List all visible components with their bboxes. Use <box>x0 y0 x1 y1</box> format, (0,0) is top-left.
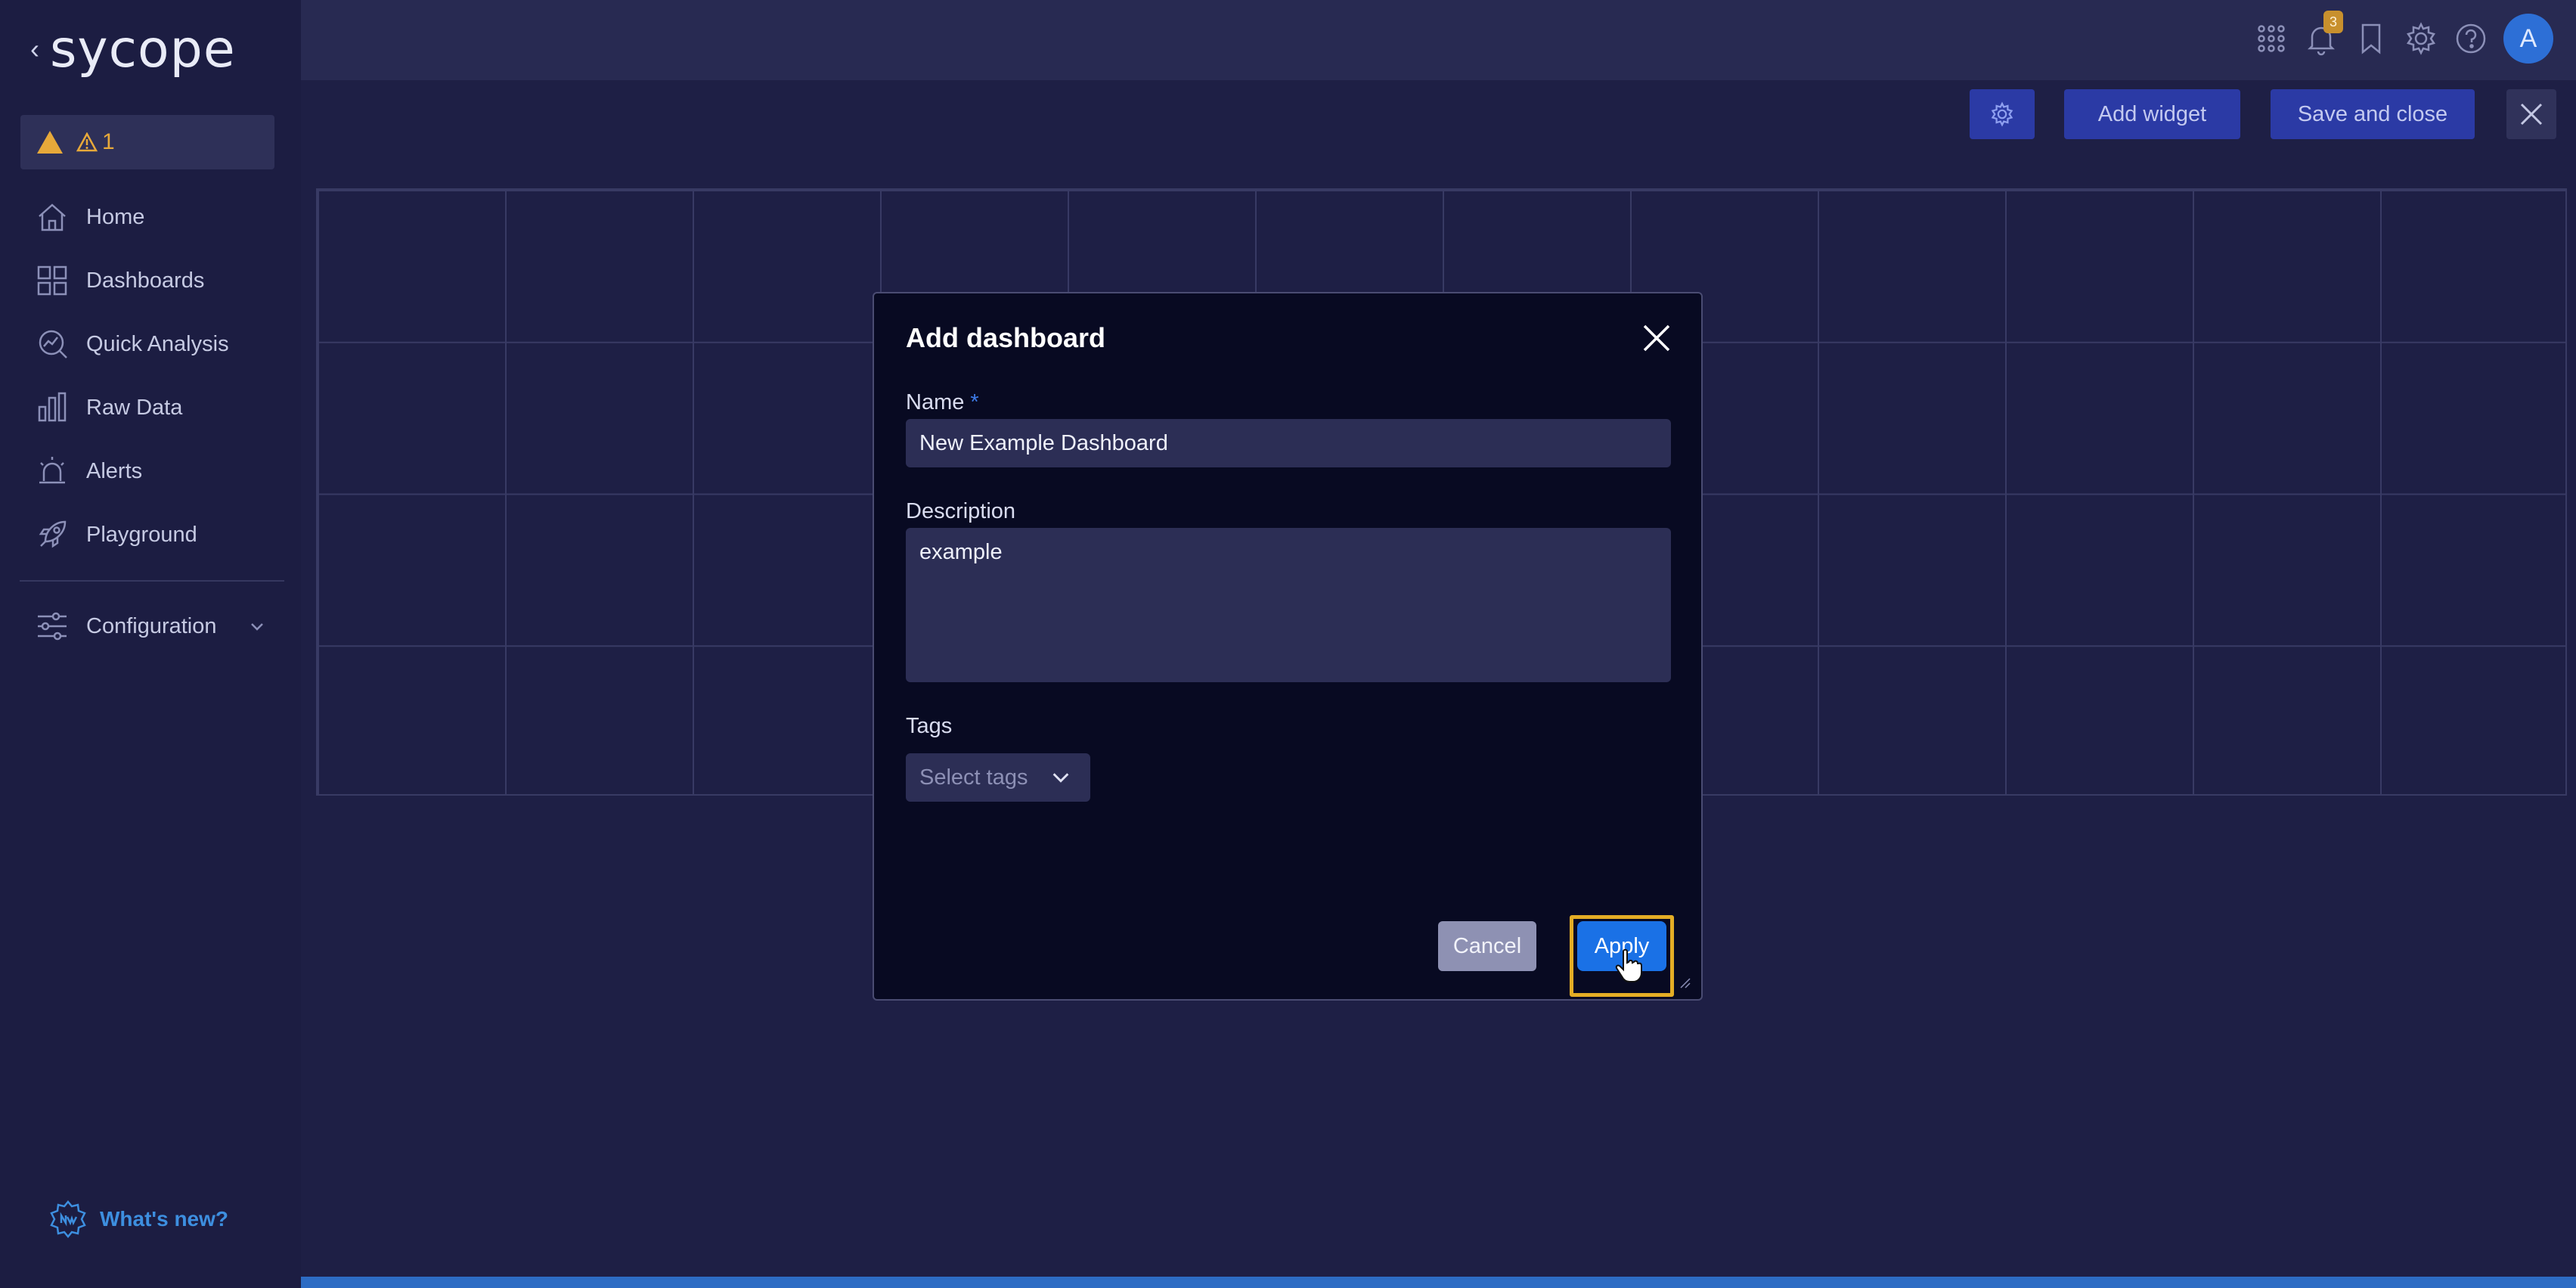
tags-select[interactable]: Select tags <box>906 753 1090 802</box>
sidebar: ‹ sycope 1 Home Dashboards Quick Analysi… <box>0 0 301 1288</box>
top-bar-actions: 3 A <box>2254 11 2553 64</box>
sidebar-item-configuration[interactable]: Configuration <box>0 594 301 658</box>
sidebar-nav: Home Dashboards Quick Analysis Raw Data … <box>0 185 301 566</box>
sidebar-item-label: Raw Data <box>86 395 183 420</box>
dashboard-settings-button[interactable] <box>1970 89 2035 139</box>
sidebar-item-home[interactable]: Home <box>0 185 301 249</box>
sidebar-item-raw-data[interactable]: Raw Data <box>0 376 301 439</box>
chevron-down-icon <box>1053 773 1069 783</box>
chevron-left-icon[interactable]: ‹ <box>30 33 39 65</box>
top-bar: 3 A <box>301 0 2576 80</box>
avatar[interactable]: A <box>2503 14 2553 64</box>
whats-new-label: What's new? <box>100 1207 228 1231</box>
home-icon <box>39 203 66 231</box>
new-badge-icon <box>50 1200 86 1238</box>
analysis-icon <box>39 330 67 358</box>
resize-handle-icon[interactable] <box>1679 976 1691 989</box>
warning-triangle-icon <box>37 131 63 154</box>
bottom-progress-bar <box>301 1277 2576 1288</box>
sidebar-item-label: Dashboards <box>86 268 205 293</box>
sidebar-configuration: Configuration <box>0 594 301 658</box>
chevron-down-icon <box>251 623 263 631</box>
close-editor-button[interactable] <box>2506 89 2556 139</box>
warning-outline-icon <box>76 132 98 152</box>
tags-label: Tags <box>906 714 953 738</box>
brand-name: sycope <box>50 19 236 79</box>
whats-new-link[interactable]: What's new? <box>48 1200 228 1239</box>
name-input[interactable] <box>906 419 1671 467</box>
description-textarea[interactable]: example <box>906 528 1671 682</box>
description-label: Description <box>906 499 1016 523</box>
sidebar-divider <box>20 580 284 582</box>
dialog-title: Add dashboard <box>906 322 1106 353</box>
tags-placeholder: Select tags <box>919 765 1028 790</box>
apps-icon[interactable] <box>2254 21 2289 56</box>
alert-count: 1 <box>76 129 115 155</box>
name-label-text: Name <box>906 390 965 414</box>
alert-count-value: 1 <box>102 129 115 154</box>
sidebar-item-label: Playground <box>86 522 197 547</box>
sidebar-item-quick-analysis[interactable]: Quick Analysis <box>0 312 301 376</box>
required-mark: * <box>970 390 979 414</box>
cancel-button[interactable]: Cancel <box>1438 921 1536 971</box>
logo[interactable]: ‹ sycope <box>30 19 236 79</box>
close-icon[interactable] <box>1641 322 1672 354</box>
sidebar-item-label: Quick Analysis <box>86 331 229 356</box>
bookmark-icon[interactable] <box>2354 21 2388 56</box>
sidebar-item-dashboards[interactable]: Dashboards <box>0 249 301 312</box>
sidebar-item-label: Configuration <box>86 613 217 638</box>
alert-indicator[interactable]: 1 <box>20 115 274 169</box>
gear-icon <box>1991 101 2013 127</box>
sidebar-item-playground[interactable]: Playground <box>0 503 301 566</box>
rocket-icon <box>39 520 67 548</box>
add-widget-button[interactable]: Add widget <box>2064 89 2240 139</box>
gear-icon[interactable] <box>2404 21 2438 56</box>
sliders-icon <box>38 612 67 641</box>
close-icon <box>2520 103 2543 126</box>
alarm-icon <box>39 457 65 484</box>
save-and-close-button[interactable]: Save and close <box>2271 89 2475 139</box>
add-dashboard-dialog: Add dashboard Name * Description example… <box>873 292 1703 1001</box>
hand-cursor-icon <box>1615 948 1642 982</box>
help-icon[interactable] <box>2454 21 2488 56</box>
notification-badge: 3 <box>2323 11 2343 33</box>
bell-icon[interactable]: 3 <box>2304 11 2343 56</box>
bar-chart-icon <box>38 392 67 422</box>
sidebar-item-label: Alerts <box>86 458 143 483</box>
sidebar-item-alerts[interactable]: Alerts <box>0 439 301 503</box>
grid-icon <box>37 265 67 296</box>
sidebar-item-label: Home <box>86 204 145 229</box>
name-label: Name * <box>906 390 979 415</box>
